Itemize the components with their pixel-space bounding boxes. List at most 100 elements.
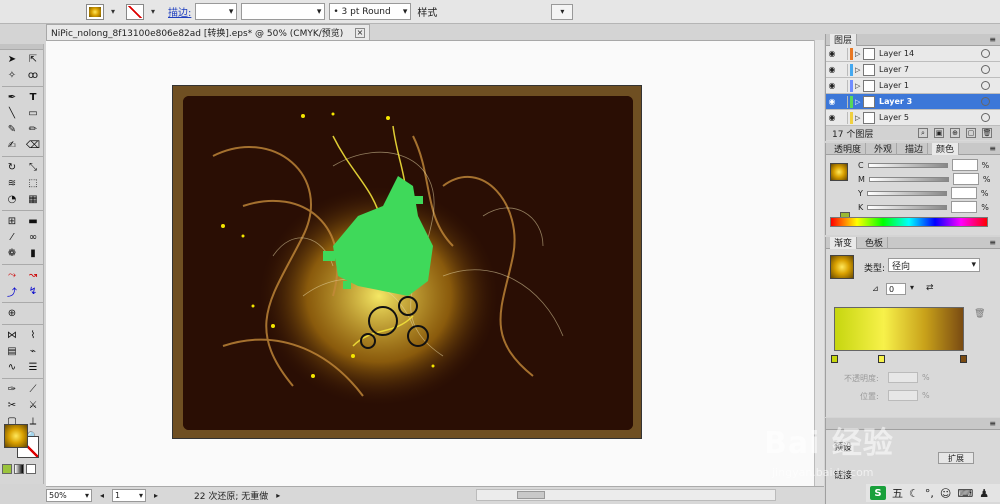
knife-tool-icon[interactable]: ⌁	[23, 344, 43, 359]
new-layer-icon[interactable]: ▢	[966, 128, 976, 138]
black-slider[interactable]	[867, 204, 948, 210]
tab-swatches[interactable]: 色板	[861, 236, 889, 249]
brush-definition-field[interactable]: • 3 pt Round ▾	[329, 3, 412, 20]
artboard-tool-icon[interactable]: ⋈	[2, 328, 22, 343]
target-icon[interactable]	[981, 113, 990, 122]
canvas-area[interactable]	[46, 40, 824, 486]
align-tool-icon[interactable]: ☰	[23, 360, 43, 375]
magenta-slider[interactable]	[868, 176, 949, 182]
fill-swatch-button[interactable]	[86, 3, 104, 20]
blend-tool-icon[interactable]: ∞	[23, 230, 43, 245]
keyboard-icon[interactable]: ⌨	[957, 487, 973, 500]
opacity-input[interactable]	[888, 372, 918, 383]
variable-width-field[interactable]: ▾	[241, 3, 326, 20]
punctuation-icon[interactable]: °,	[925, 487, 934, 500]
fill-stroke-control[interactable]	[4, 424, 42, 460]
magic-wand-tool-icon[interactable]: ✧	[2, 68, 22, 83]
line-tool-icon[interactable]: ╲	[2, 106, 22, 121]
delete-layer-icon[interactable]: 🗑	[982, 128, 992, 138]
lock-toggle[interactable]	[838, 79, 848, 92]
layer-row[interactable]: ◉ ▷ Layer 7	[826, 62, 1000, 78]
disclosure-triangle-icon[interactable]: ▷	[855, 98, 863, 106]
tab-gradient[interactable]: 渐变	[830, 236, 858, 249]
cyan-slider[interactable]	[867, 162, 948, 168]
user-icon[interactable]: ♟	[979, 487, 989, 500]
target-icon[interactable]	[981, 81, 990, 90]
lock-toggle[interactable]	[838, 111, 848, 124]
target-icon[interactable]	[981, 65, 990, 74]
free-transform-tool-icon[interactable]: ⬚	[23, 176, 43, 191]
color-button[interactable]	[2, 464, 12, 474]
rectangle-tool-icon[interactable]: ▭	[23, 106, 43, 121]
eye-icon[interactable]: ◉	[826, 81, 838, 90]
disclosure-triangle-icon[interactable]: ▷	[855, 66, 863, 74]
stroke-panel-link[interactable]: 描边:	[168, 4, 191, 19]
locate-object-icon[interactable]: ⌕	[918, 128, 928, 138]
eye-icon[interactable]: ◉	[826, 97, 838, 106]
location-input[interactable]	[888, 390, 918, 401]
lock-toggle[interactable]	[838, 95, 848, 108]
eye-icon[interactable]: ◉	[826, 49, 838, 58]
reshape-tool-icon[interactable]: ↯	[23, 284, 43, 299]
gradient-tool-icon[interactable]: ▬	[23, 214, 43, 229]
ime-mode-label[interactable]: 五	[892, 485, 903, 501]
lasso-tool-icon[interactable]: ꝏ	[23, 68, 43, 83]
yellow-slider[interactable]	[866, 190, 947, 196]
layer-row[interactable]: ◉ ▷ Layer 14	[826, 46, 1000, 62]
style-button[interactable]: ▾	[551, 3, 574, 20]
symbol-sprayer-tool-icon[interactable]: ❁	[2, 246, 22, 261]
gradient-stop[interactable]	[960, 355, 967, 363]
first-artboard-icon[interactable]: ◂	[96, 490, 108, 502]
cyan-input[interactable]	[951, 159, 978, 171]
lock-toggle[interactable]	[838, 63, 848, 76]
smooth-tool-icon[interactable]: ⤴	[2, 284, 22, 299]
gradient-stop[interactable]	[878, 355, 885, 363]
artboard-select[interactable]: 1 ▾	[112, 489, 146, 502]
shape-builder-tool-icon[interactable]: ◔	[2, 192, 22, 207]
tab-color[interactable]: 颜色	[932, 142, 960, 155]
gradient-button[interactable]	[14, 464, 24, 474]
scroll-thumb[interactable]	[517, 491, 545, 499]
disclosure-triangle-icon[interactable]: ▷	[855, 114, 863, 122]
next-artboard-icon[interactable]: ▸	[150, 490, 162, 502]
selection-tool-icon[interactable]: ➤	[2, 52, 22, 67]
clipping-mask-icon[interactable]: ▣	[934, 128, 944, 138]
slice-tool-icon[interactable]: ⌇	[23, 328, 43, 343]
stroke-weight-field[interactable]: ▾	[195, 3, 238, 20]
sogou-logo-icon[interactable]: S	[870, 486, 886, 500]
document-tab[interactable]: NiPic_nolong_8f13100e806e82ad [转换].eps* …	[46, 24, 370, 40]
target-icon[interactable]	[981, 97, 990, 106]
chevron-down-icon[interactable]: ▾	[108, 4, 118, 20]
chevron-down-icon[interactable]: ▾	[148, 4, 158, 20]
disclosure-triangle-icon[interactable]: ▷	[855, 82, 863, 90]
yellow-input[interactable]	[950, 187, 977, 199]
status-menu-icon[interactable]: ▸	[272, 490, 284, 502]
curvature-tool-icon[interactable]: ↝	[23, 268, 43, 283]
tab-layers[interactable]: 图层	[830, 33, 858, 46]
mesh-tool-icon[interactable]: ⊞	[2, 214, 22, 229]
knife-icon[interactable]: ⚔	[23, 398, 43, 413]
crosshair-tool-icon[interactable]: ⊕	[2, 306, 22, 321]
eyedropper-tool-icon[interactable]: ⁄	[2, 230, 22, 245]
width-tool-icon[interactable]: ⤳	[2, 268, 22, 283]
scissors-tool-icon[interactable]: ✂	[2, 398, 22, 413]
black-input[interactable]	[951, 201, 978, 213]
new-sublayer-icon[interactable]: ⊕	[950, 128, 960, 138]
expand-button[interactable]: 扩展	[938, 452, 974, 464]
gradient-slider[interactable]	[834, 307, 964, 351]
gradient-preview-swatch[interactable]	[830, 255, 854, 279]
pen-tool-icon[interactable]: ✒	[2, 90, 22, 105]
fill-swatch[interactable]	[4, 424, 28, 448]
gradient-stop[interactable]	[831, 355, 838, 363]
panel-menu-icon[interactable]: ≡	[989, 144, 996, 153]
eraser-tool-icon[interactable]: ⌫	[23, 138, 43, 153]
smiley-icon[interactable]: ☺	[940, 487, 951, 500]
angle-input[interactable]: 0	[886, 283, 906, 295]
color-spectrum[interactable]	[830, 217, 988, 227]
measure-tool-icon[interactable]: ⟋	[23, 382, 43, 397]
lock-toggle[interactable]	[838, 47, 848, 60]
stroke-swatch-button[interactable]	[126, 3, 144, 20]
magenta-input[interactable]	[952, 173, 979, 185]
pencil-tool-icon[interactable]: ✏	[23, 122, 43, 137]
eye-icon[interactable]: ◉	[826, 113, 838, 122]
